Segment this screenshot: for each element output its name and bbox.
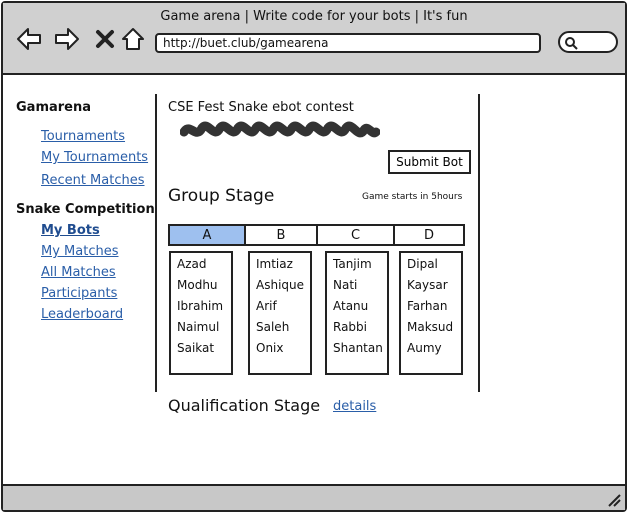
stop-button[interactable] [91, 25, 119, 53]
qualification-stage-heading: Qualification Stage [168, 396, 321, 415]
sidebar-heading-snake: Snake Competition [16, 202, 155, 217]
list-item: Kaysar [407, 278, 448, 292]
sidebar-heading-gamarena: Gamarena [16, 100, 92, 115]
sidebar-item-my-matches[interactable]: My Matches [41, 244, 118, 259]
list-item: Saleh [256, 320, 290, 334]
url-input[interactable]: http://buet.club/gamearena [155, 33, 541, 53]
contest-title: CSE Fest Snake ebot contest [168, 100, 354, 115]
group-stage-heading: Group Stage [168, 186, 275, 206]
list-item: Farhan [407, 299, 448, 313]
tab-group-b[interactable]: B [246, 226, 318, 244]
details-link[interactable]: details [333, 399, 376, 414]
sidebar-item-all-matches[interactable]: All Matches [41, 265, 116, 280]
list-item: Ashique [256, 278, 305, 292]
arrow-left-icon [17, 28, 41, 50]
search-input[interactable] [558, 31, 618, 53]
list-item: Modhu [177, 278, 218, 292]
home-icon [122, 28, 144, 50]
list-item: Rabbi [333, 320, 367, 334]
sidebar-item-my-bots[interactable]: My Bots [41, 223, 100, 238]
list-item: Imtiaz [256, 257, 293, 271]
group-a-list: Azad Modhu Ibrahim Naimul Saikat [169, 251, 233, 375]
tab-group-d[interactable]: D [395, 226, 463, 244]
home-button[interactable] [119, 25, 147, 53]
game-start-info: Game starts in 5hours [362, 192, 463, 202]
tab-group-a[interactable]: A [170, 226, 246, 244]
list-item: Ibrahim [177, 299, 224, 313]
search-icon [565, 37, 578, 50]
forward-button[interactable] [53, 25, 81, 53]
list-item: Dipal [407, 257, 438, 271]
list-item: Nati [333, 278, 358, 292]
group-c-list: Tanjim Nati Atanu Rabbi Shantan [325, 251, 389, 375]
list-item: Arif [256, 299, 277, 313]
list-item: Shantan [333, 341, 383, 355]
sidebar-item-recent-matches[interactable]: Recent Matches [41, 173, 145, 188]
sidebar-item-participants[interactable]: Participants [41, 286, 117, 301]
list-item: Maksud [407, 320, 454, 334]
tab-group-c[interactable]: C [318, 226, 395, 244]
sidebar-item-tournaments[interactable]: Tournaments [41, 129, 125, 144]
resize-handle-icon[interactable] [605, 491, 621, 507]
list-item: Naimul [177, 320, 220, 334]
back-button[interactable] [15, 25, 43, 53]
content-divider-left [155, 94, 157, 392]
browser-chrome: Game arena | Write code for your bots | … [3, 3, 625, 75]
redacted-scribble [180, 121, 380, 138]
list-item: Tanjim [333, 257, 372, 271]
window-title: Game arena | Write code for your bots | … [160, 9, 468, 24]
sidebar-item-my-tournaments[interactable]: My Tournaments [41, 150, 148, 165]
list-item: Aumy [407, 341, 442, 355]
list-item: Saikat [177, 341, 215, 355]
group-tabs: A B C D [168, 224, 465, 246]
list-item: Azad [177, 257, 207, 271]
group-b-list: Imtiaz Ashique Arif Saleh Onix [248, 251, 312, 375]
close-icon [96, 30, 114, 48]
submit-bot-button[interactable]: Submit Bot [388, 150, 471, 174]
list-item: Atanu [333, 299, 369, 313]
list-item: Onix [256, 341, 284, 355]
sidebar-item-leaderboard[interactable]: Leaderboard [41, 307, 123, 322]
status-bar [3, 484, 625, 510]
content-divider-right [478, 94, 480, 392]
group-d-list: Dipal Kaysar Farhan Maksud Aumy [399, 251, 463, 375]
arrow-right-icon [55, 28, 79, 50]
